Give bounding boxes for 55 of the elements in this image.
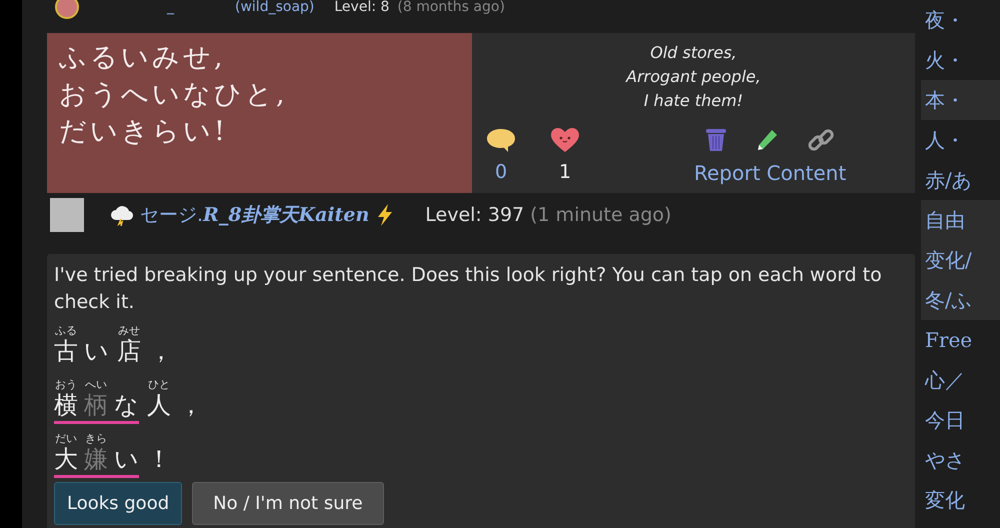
avatar <box>50 198 84 232</box>
word[interactable]: ！ <box>147 432 171 478</box>
speech-bubble-icon <box>486 127 516 153</box>
translation-text: Arrogant people, <box>626 66 761 88</box>
sidebar-item[interactable]: 冬/ふ <box>921 280 1000 320</box>
japanese-text: だいきらい! <box>59 115 229 149</box>
reject-button[interactable]: No / I'm not sure <box>192 482 384 525</box>
sidebar-item[interactable]: 今日 <box>921 400 1000 440</box>
message-text: I've tried breaking up your sentence. Does this look right? You can tap on each word to check it. <box>54 263 883 315</box>
sidebar-item[interactable]: 变化/ <box>921 240 1000 280</box>
word-character: ， <box>149 336 173 365</box>
word[interactable]: ふる 古 い <box>54 324 109 370</box>
trash-icon <box>705 127 728 153</box>
word[interactable]: おう 横 へい 柄 な <box>54 378 139 424</box>
word-character: きら 嫌 <box>84 432 108 473</box>
word-character: ， <box>179 390 203 419</box>
word[interactable]: ， <box>179 378 203 424</box>
sidebar-item[interactable]: 心／ <box>921 360 1000 400</box>
confirm-button[interactable]: Looks good <box>54 482 182 525</box>
translation-text: Old stores, <box>649 42 738 64</box>
sidebar-item[interactable]: 火・ <box>921 40 1000 80</box>
user-level: Level: 8 <box>334 0 390 15</box>
word-character: な <box>114 390 139 419</box>
cloud-icon <box>110 204 134 226</box>
word-character: ！ <box>147 444 171 473</box>
sidebar-item[interactable]: 人・ <box>921 120 1000 160</box>
user-level: Level: 397 <box>425 204 524 226</box>
sidebar-item[interactable]: 夜・ <box>921 0 1000 40</box>
word-character: ふる 古 <box>54 324 78 365</box>
japanese-text: おうへいなひと, <box>59 78 289 112</box>
like-count[interactable]: 1 <box>558 161 572 183</box>
translation-text: I hate them! <box>642 90 744 112</box>
username[interactable]: セージ.R_8卦掌天Kaiten <box>140 202 370 228</box>
japanese-text: ふるいみせ, <box>59 41 227 75</box>
word-character: い <box>114 444 139 473</box>
word-character: おう 横 <box>54 378 78 419</box>
sidebar-item[interactable]: 本・ <box>921 80 1000 120</box>
post-time: (8 months ago) <box>397 0 505 15</box>
word-character: い <box>84 336 109 365</box>
word[interactable]: だい 大 きら 嫌 い <box>54 432 139 478</box>
sidebar-item[interactable]: 赤/あ <box>921 160 1000 200</box>
word-character: へい 柄 <box>84 378 108 419</box>
report-link[interactable]: Report Content <box>694 161 846 185</box>
username[interactable]: _ <box>167 0 227 15</box>
post-time: (1 minute ago) <box>530 204 672 226</box>
pencil-icon <box>755 128 780 152</box>
sidebar-item[interactable]: 自由 <box>921 200 1000 240</box>
comment-count[interactable]: 0 <box>494 161 508 183</box>
sidebar-item[interactable]: やさ <box>921 440 1000 480</box>
word-character: だい 大 <box>54 432 78 473</box>
sidebar-item[interactable]: 変化 <box>921 480 1000 520</box>
word[interactable]: ， <box>149 324 173 370</box>
sidebar-item[interactable]: Free <box>921 320 1000 360</box>
avatar <box>55 0 79 19</box>
user-handle[interactable]: (wild_soap) <box>235 0 314 15</box>
